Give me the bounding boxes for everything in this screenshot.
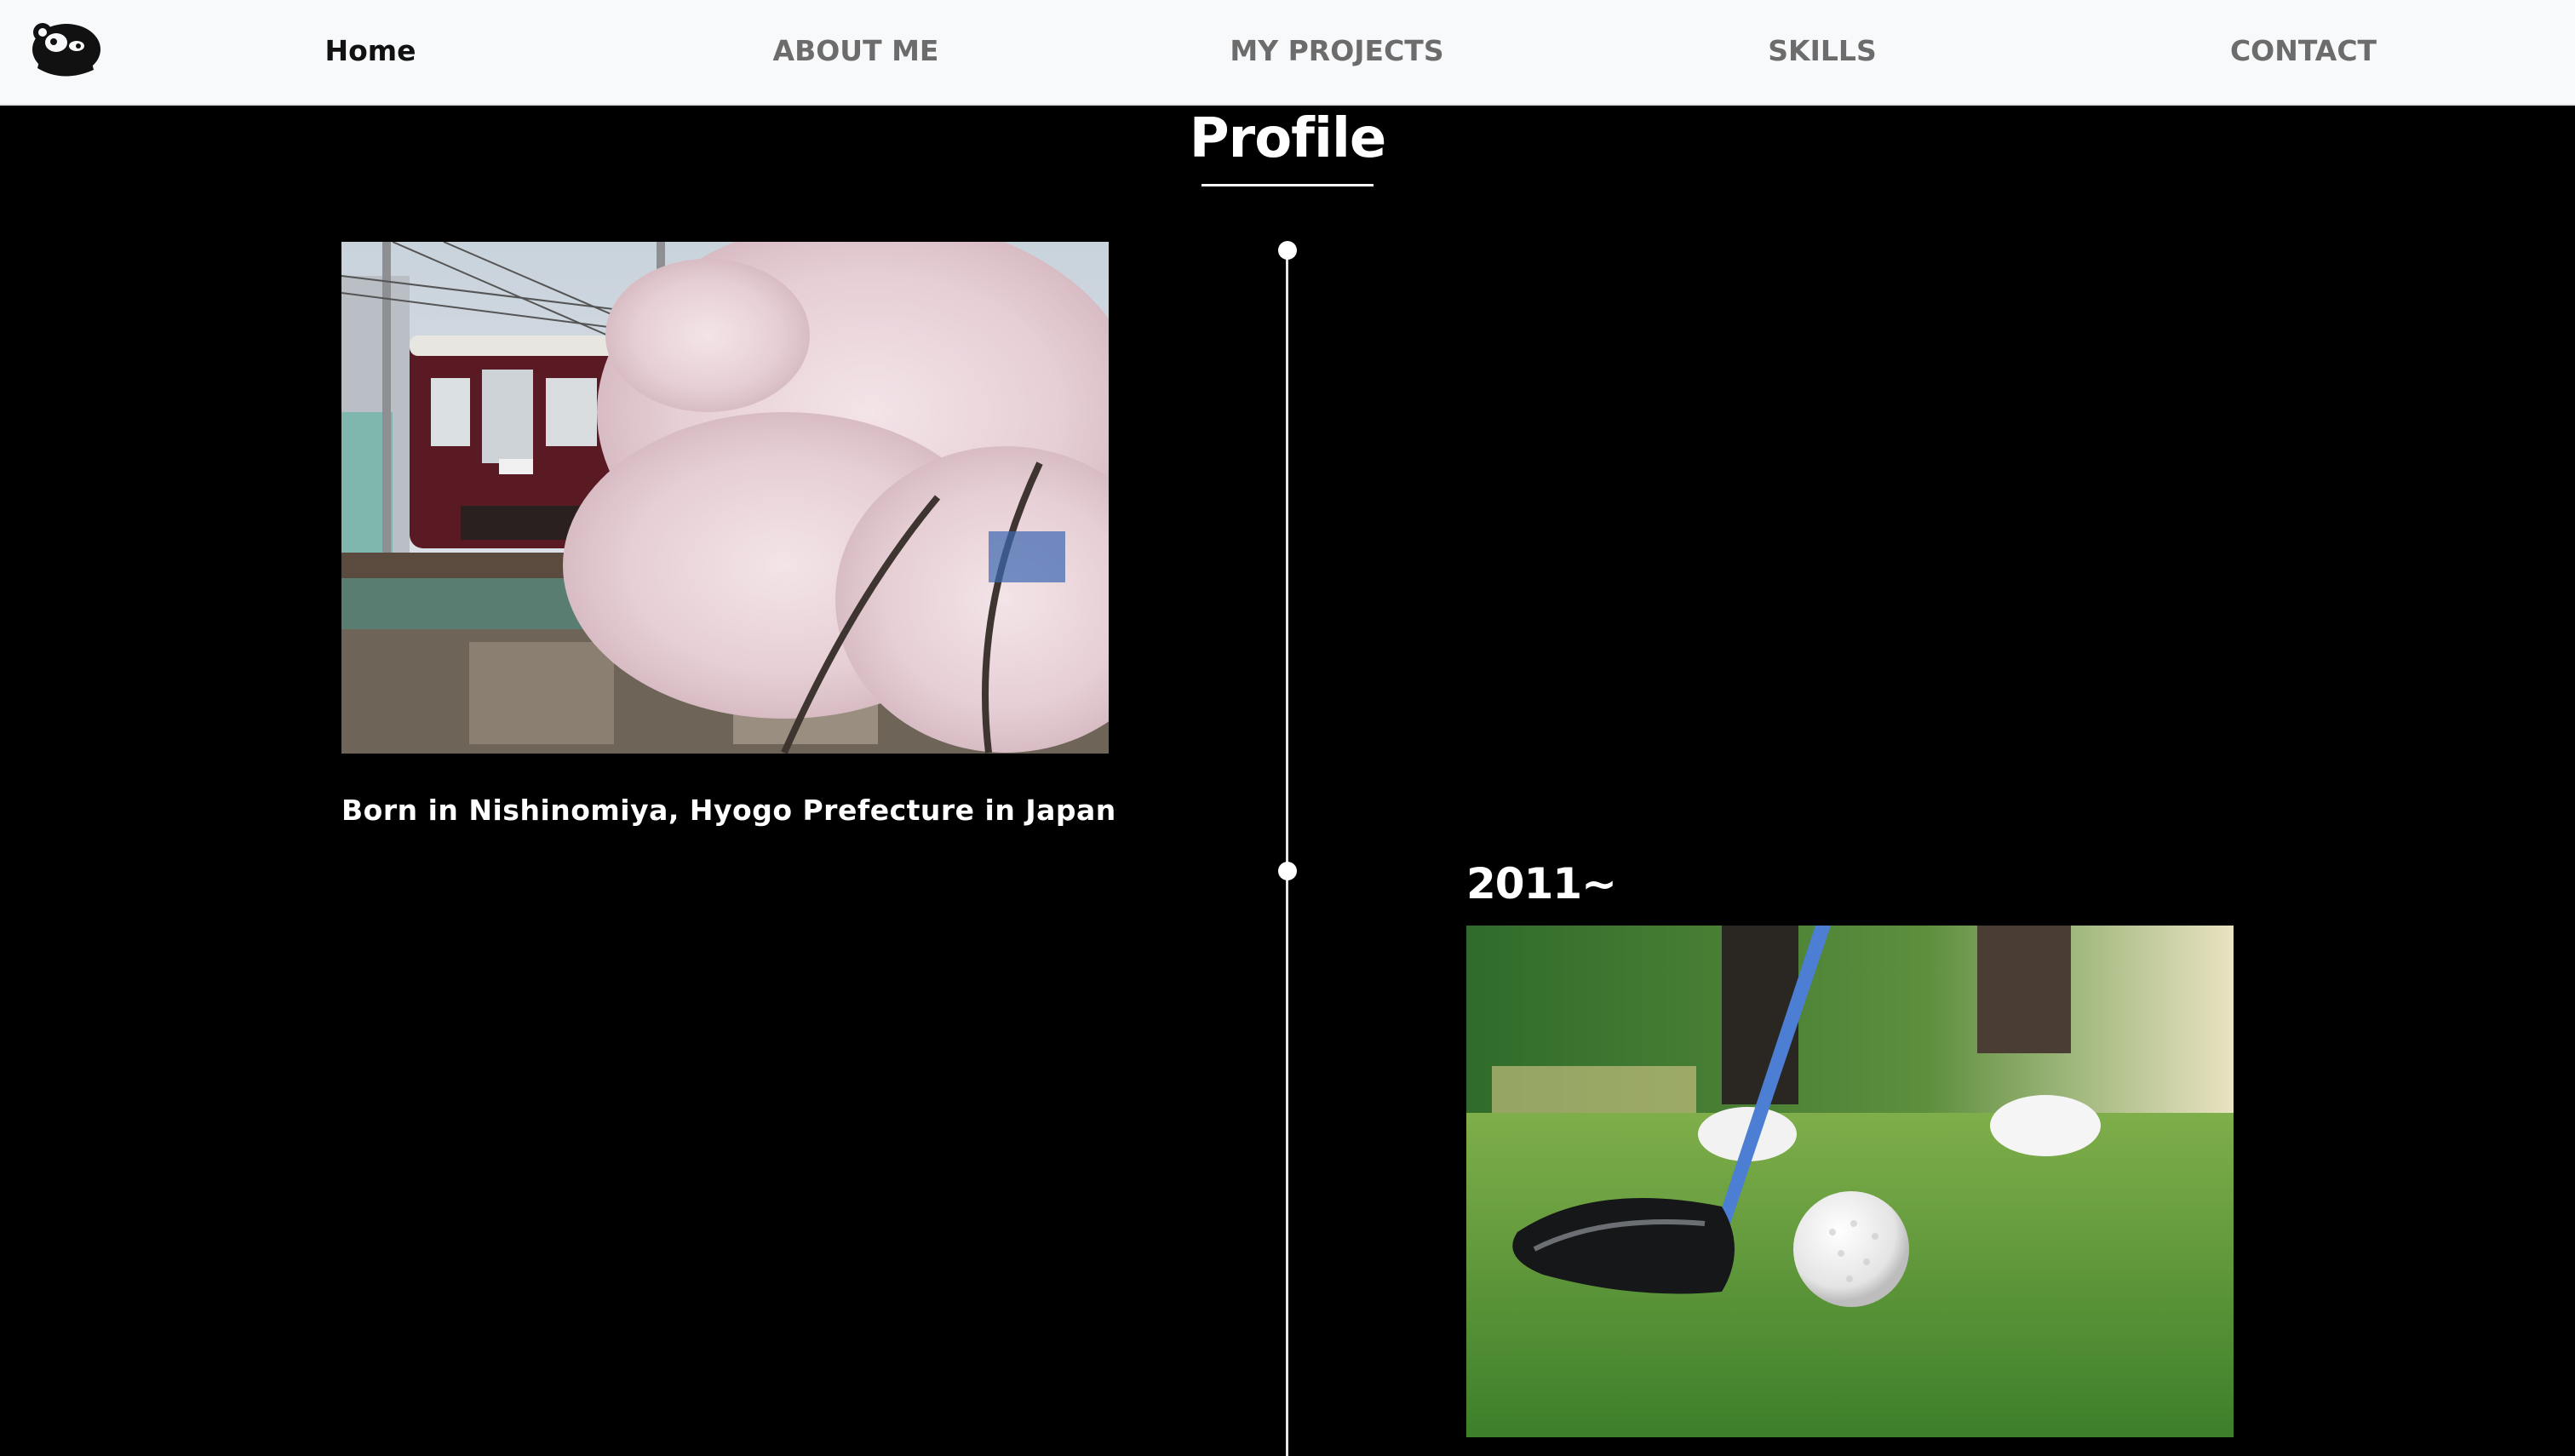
- golf-ball-driver-photo: [1466, 926, 2234, 1437]
- title-underline: [1201, 184, 1374, 186]
- timeline-dot: [1278, 241, 1297, 260]
- nav-my-projects-link[interactable]: MY PROJECTS: [1209, 0, 1465, 100]
- otter-logo-icon[interactable]: [26, 17, 104, 77]
- timeline-year: 2011~: [1466, 859, 1617, 909]
- timeline-dot: [1278, 862, 1297, 880]
- page-title: Profile: [1189, 107, 1387, 170]
- timeline-caption: Born in Nishinomiya, Hyogo Prefecture in…: [341, 794, 1116, 827]
- nav-contact-link[interactable]: CONTACT: [2205, 0, 2401, 100]
- nav-about-me-link[interactable]: ABOUT ME: [749, 0, 962, 100]
- timeline-line: [1286, 250, 1288, 1456]
- cherry-blossom-train-photo: [341, 242, 1109, 754]
- top-navbar: Home ABOUT ME MY PROJECTS SKILLS CONTACT: [0, 0, 2575, 106]
- profile-section: Profile Born in Nishinomiya, Hyogo Prefe…: [0, 106, 2575, 1456]
- nav-skills-link[interactable]: SKILLS: [1737, 0, 1907, 100]
- nav-home-link[interactable]: Home: [285, 0, 456, 100]
